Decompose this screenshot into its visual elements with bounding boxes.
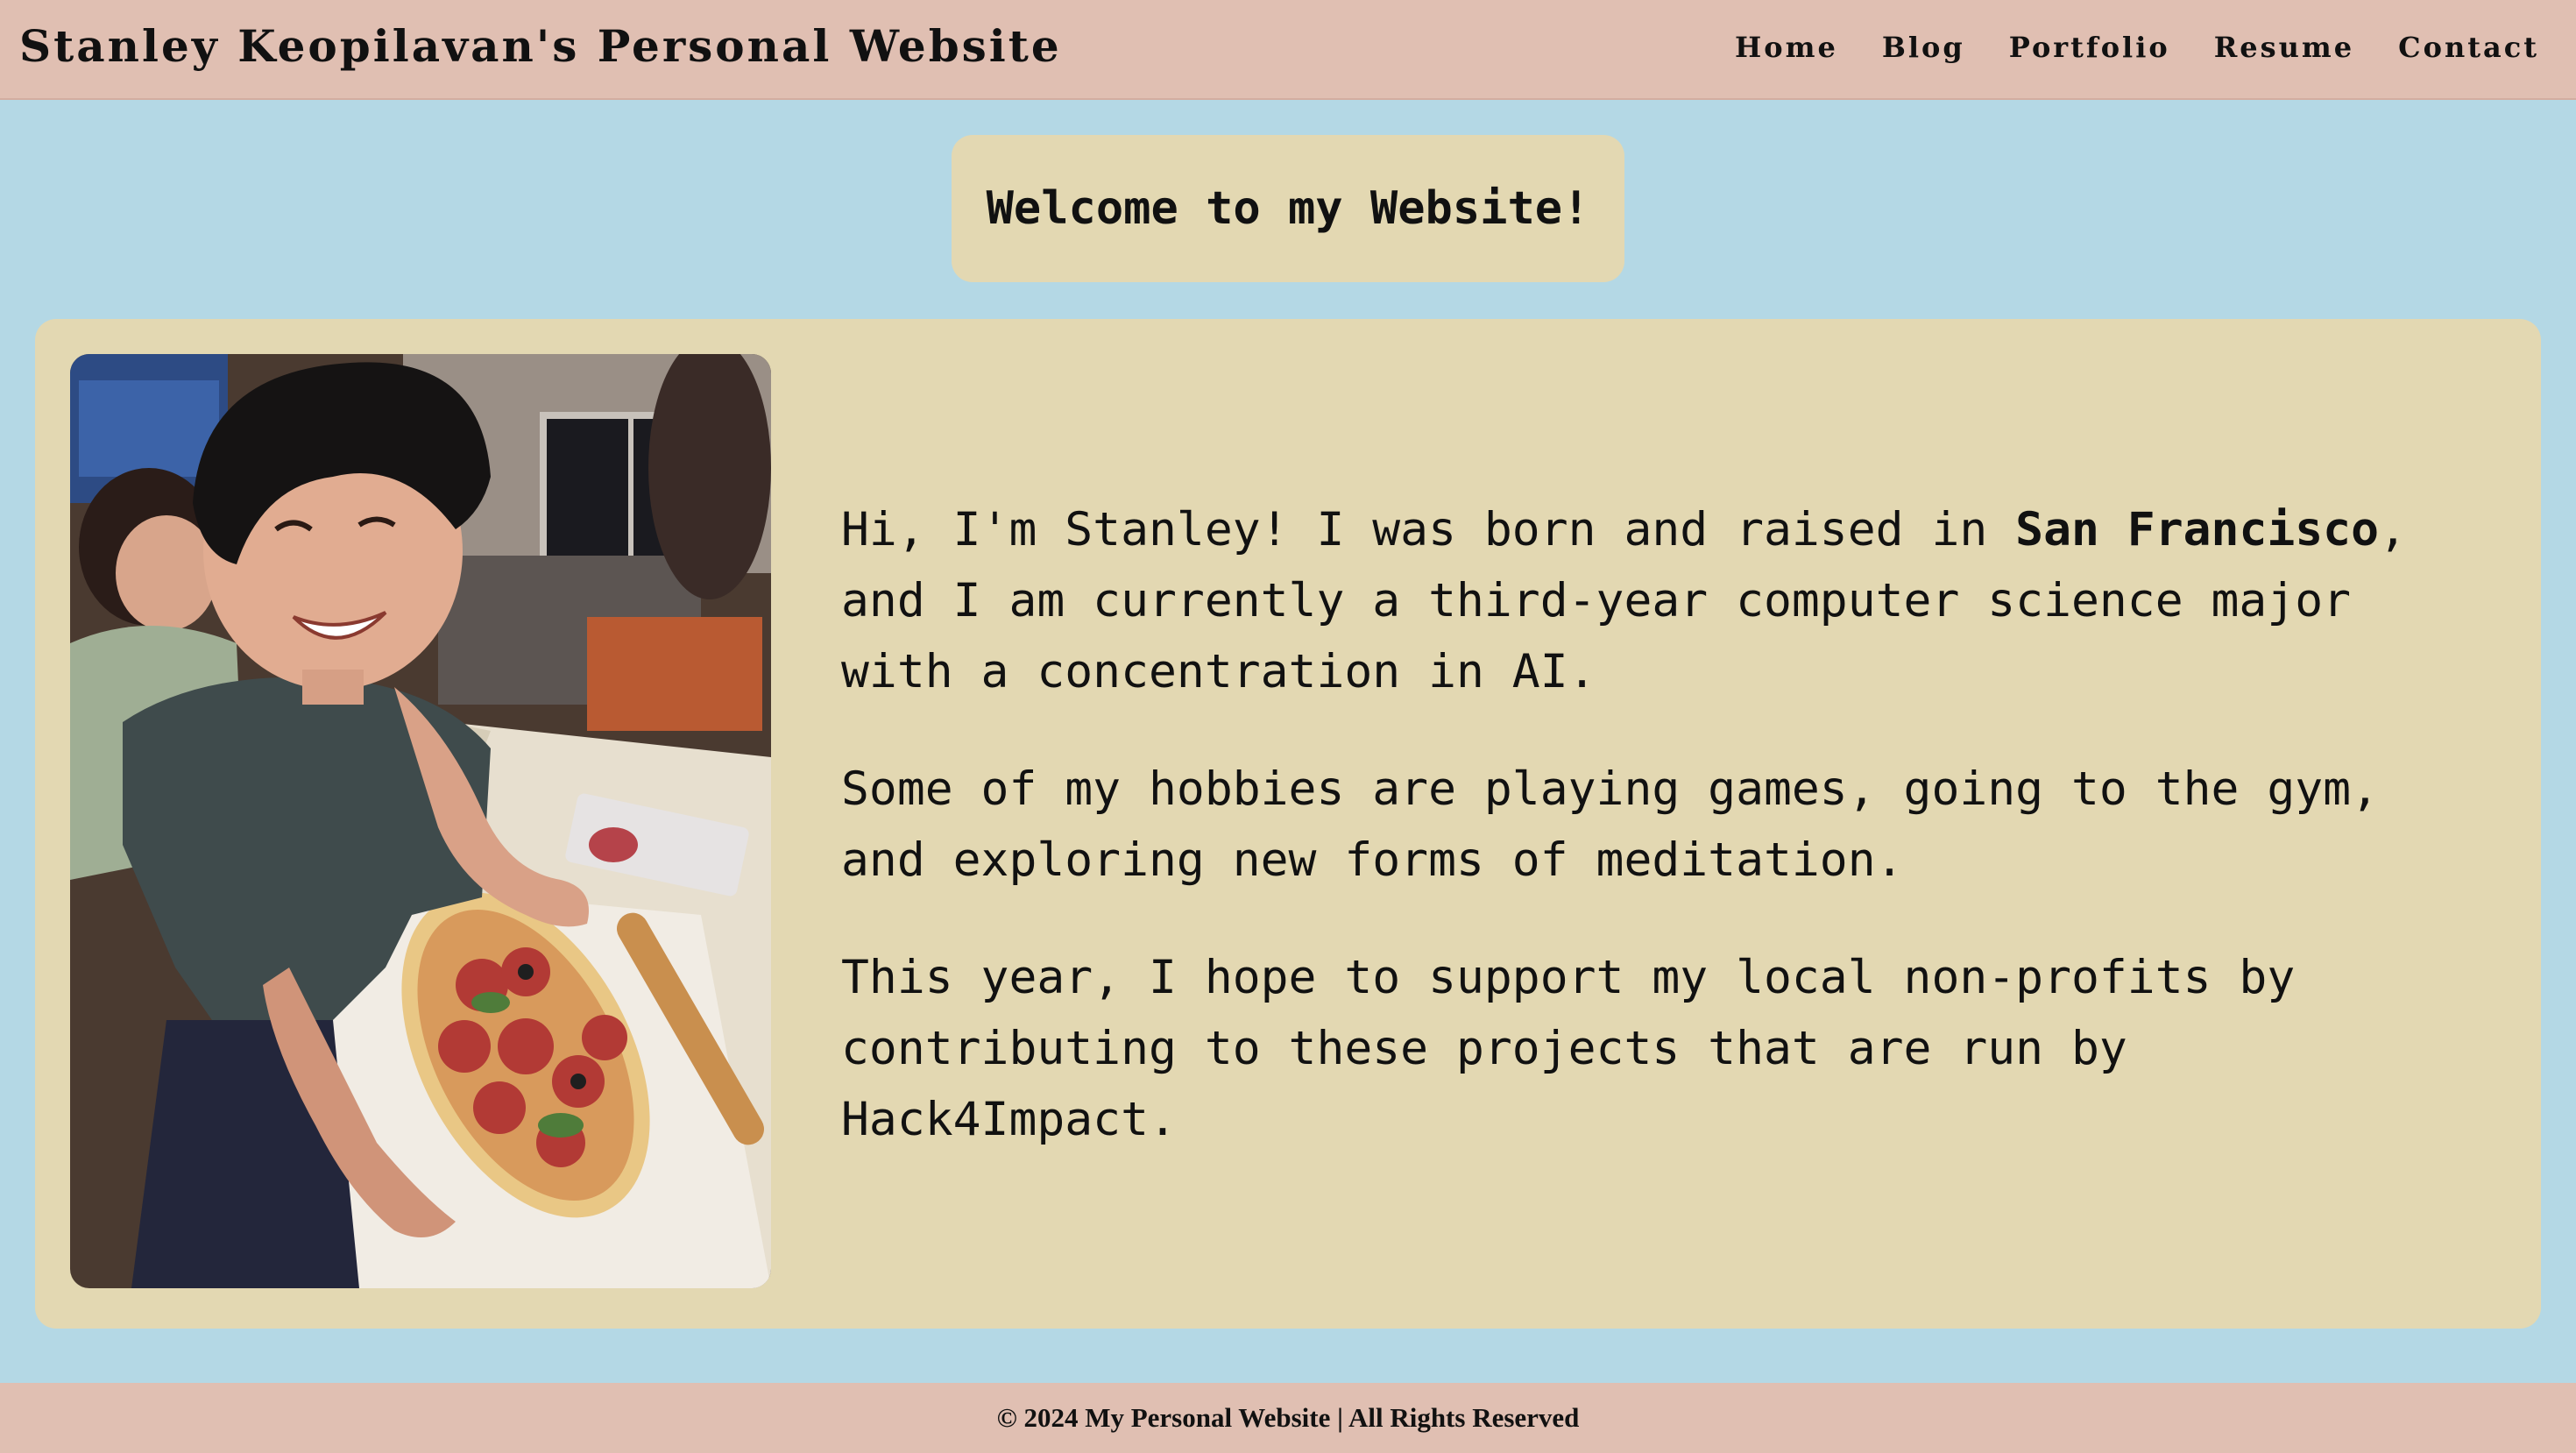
nav-link-resume[interactable]: Resume: [2214, 31, 2354, 64]
nav-link-portfolio[interactable]: Portfolio: [2009, 31, 2170, 64]
nav-link-home[interactable]: Home: [1735, 31, 1838, 64]
hometown-highlight: San Francisco: [2015, 503, 2379, 556]
site-footer: © 2024 My Personal Website | All Rights …: [0, 1383, 2576, 1453]
about-card: Hi, I'm Stanley! I was born and raised i…: [35, 319, 2541, 1329]
profile-photo: [70, 354, 771, 1288]
copyright-text: © 2024 My Personal Website | All Rights …: [996, 1402, 1580, 1433]
main-nav: Home Blog Portfolio Resume Contact: [1735, 23, 2539, 72]
welcome-heading: Welcome to my Website!: [986, 182, 1590, 235]
nav-link-blog[interactable]: Blog: [1882, 31, 1965, 64]
bio-text: Hi, I'm Stanley! I was born and raised i…: [841, 494, 2488, 1201]
bio-paragraph-2: Some of my hobbies are playing games, go…: [841, 762, 2379, 887]
nav-link-contact[interactable]: Contact: [2398, 31, 2539, 64]
bio-paragraph-3: This year, I hope to support my local no…: [841, 951, 2296, 1146]
bio-text-1a: Hi, I'm Stanley! I was born and raised i…: [841, 503, 2016, 556]
site-title: Stanley Keopilavan's Personal Website: [19, 20, 1062, 72]
bio-paragraph-1: Hi, I'm Stanley! I was born and raised i…: [841, 494, 2488, 707]
welcome-box: Welcome to my Website!: [952, 135, 1624, 282]
site-header: Stanley Keopilavan's Personal Website Ho…: [0, 0, 2576, 100]
